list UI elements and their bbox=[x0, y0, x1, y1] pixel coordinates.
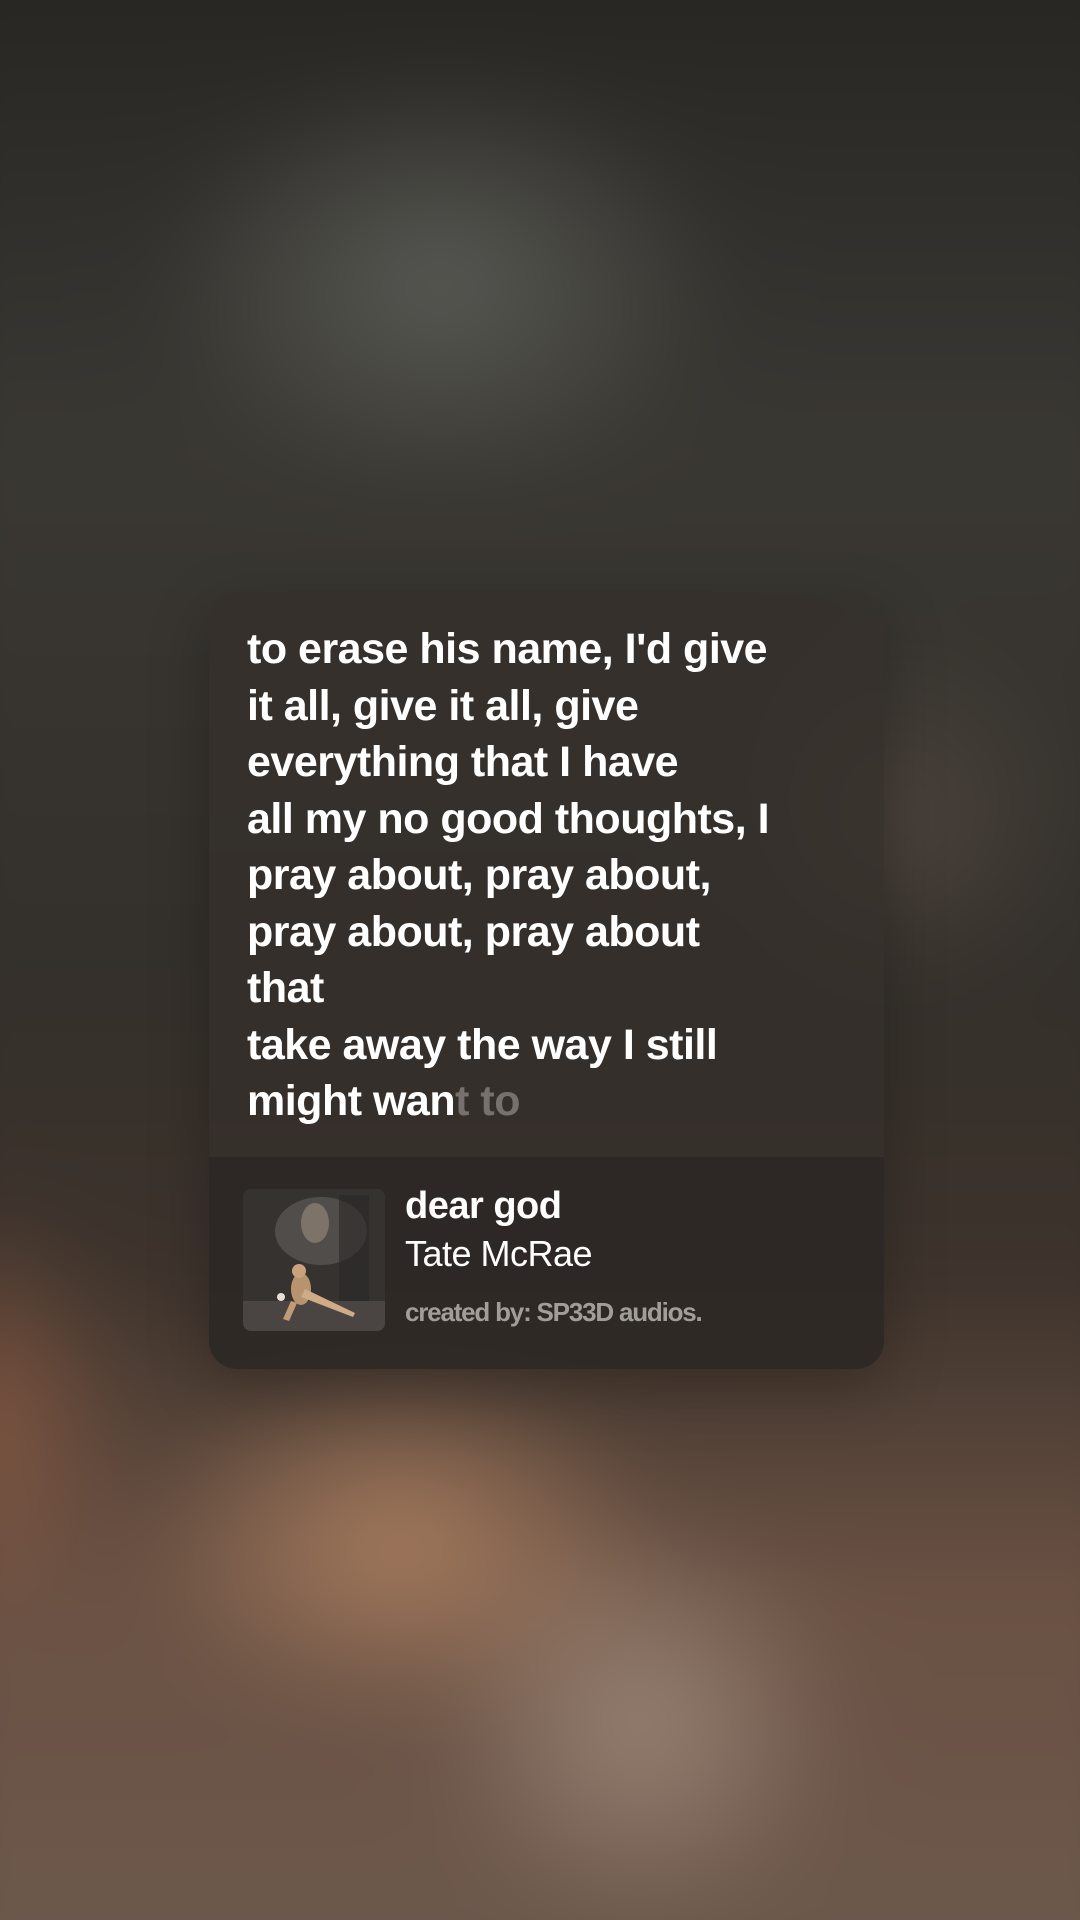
lyrics-share-screen: to erase his name, I'd give it all, give… bbox=[0, 0, 1080, 1920]
lyric-line: pray about, pray about, bbox=[247, 851, 711, 899]
lyric-line: take away the way I still bbox=[247, 1020, 718, 1069]
track-info-footer: dear god Tate McRae created by: SP33D au… bbox=[209, 1157, 884, 1369]
lyric-line: everything that I have bbox=[247, 738, 679, 786]
lyric-line: that bbox=[247, 964, 324, 1012]
lyric-unsung-part: t to bbox=[455, 1077, 520, 1125]
song-title: dear god bbox=[405, 1185, 562, 1227]
lyrics-text: to erase his name, I'd give it all, give… bbox=[247, 621, 847, 1130]
lyric-line: it all, give it all, give bbox=[247, 681, 639, 730]
creator-credit: created by: SP33D audios. bbox=[405, 1297, 703, 1327]
lyric-line: pray about, pray about bbox=[247, 907, 700, 956]
album-cover-image bbox=[243, 1189, 385, 1331]
artist-name: Tate McRae bbox=[405, 1233, 593, 1274]
lyrics-card[interactable]: to erase his name, I'd give it all, give… bbox=[209, 593, 884, 1369]
lyric-line: all my no good thoughts, I bbox=[247, 794, 770, 843]
lyric-line: to erase his name, I'd give bbox=[247, 625, 768, 673]
lyric-sung-part: might wan bbox=[247, 1077, 456, 1125]
lyric-line-current: might want to bbox=[247, 1073, 847, 1130]
